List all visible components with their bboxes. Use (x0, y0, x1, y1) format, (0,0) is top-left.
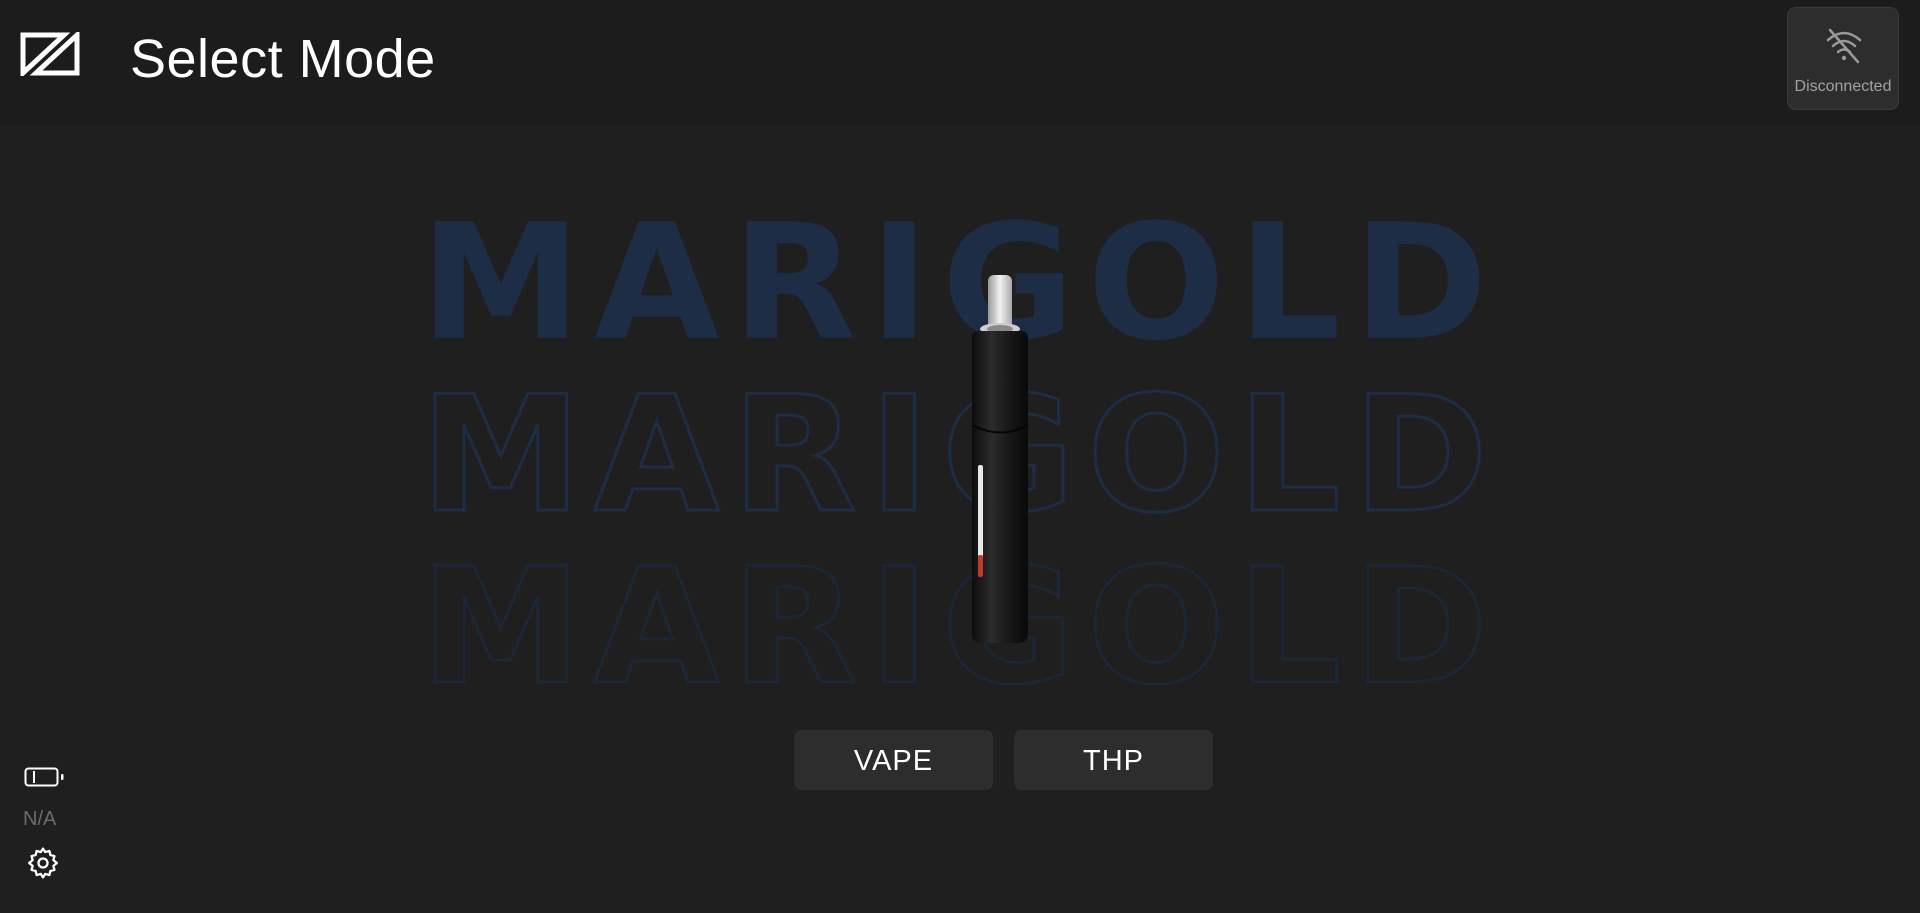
connection-status-button[interactable]: Disconnected (1787, 7, 1899, 110)
gear-icon[interactable] (26, 846, 60, 880)
thp-mode-button[interactable]: THP (1014, 730, 1213, 790)
vape-mode-button[interactable]: VAPE (794, 730, 993, 790)
page-title: Select Mode (130, 29, 436, 89)
battery-level-label: N/A (23, 808, 57, 830)
battery-icon (24, 767, 64, 787)
brand-logo-icon (20, 32, 80, 76)
top-bar: Select Mode Disconnected (0, 0, 1920, 126)
connection-status-label: Disconnected (1794, 78, 1892, 95)
wifi-off-icon (1826, 28, 1862, 64)
device-image (971, 275, 1029, 643)
app-root: Select Mode Disconnected MARIGOLD MARIGO… (0, 0, 1920, 913)
